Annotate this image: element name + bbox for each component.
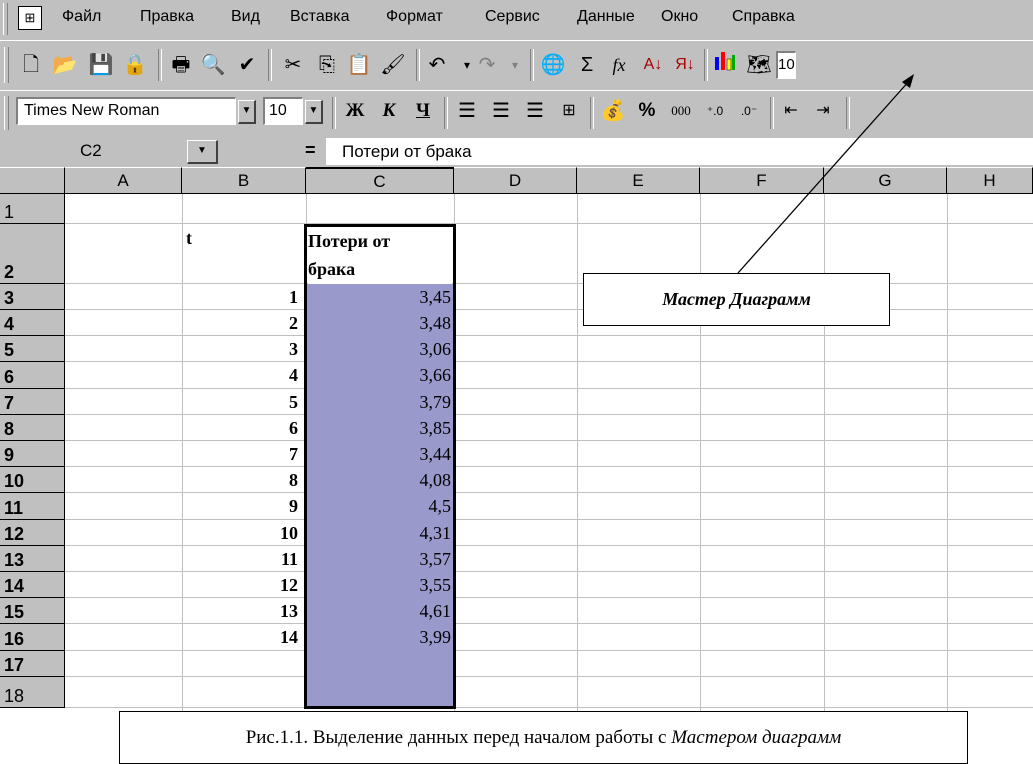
caption-italic: Мастером диаграмм [671,726,842,748]
figure-caption: Рис.1.1. Выделение данных перед началом … [119,711,968,764]
caption-prefix: Рис.1.1. Выделение данных перед началом … [245,726,672,748]
chart-wizard-callout: Мастер Диаграмм [583,273,890,326]
annotation-arrow [737,74,914,274]
